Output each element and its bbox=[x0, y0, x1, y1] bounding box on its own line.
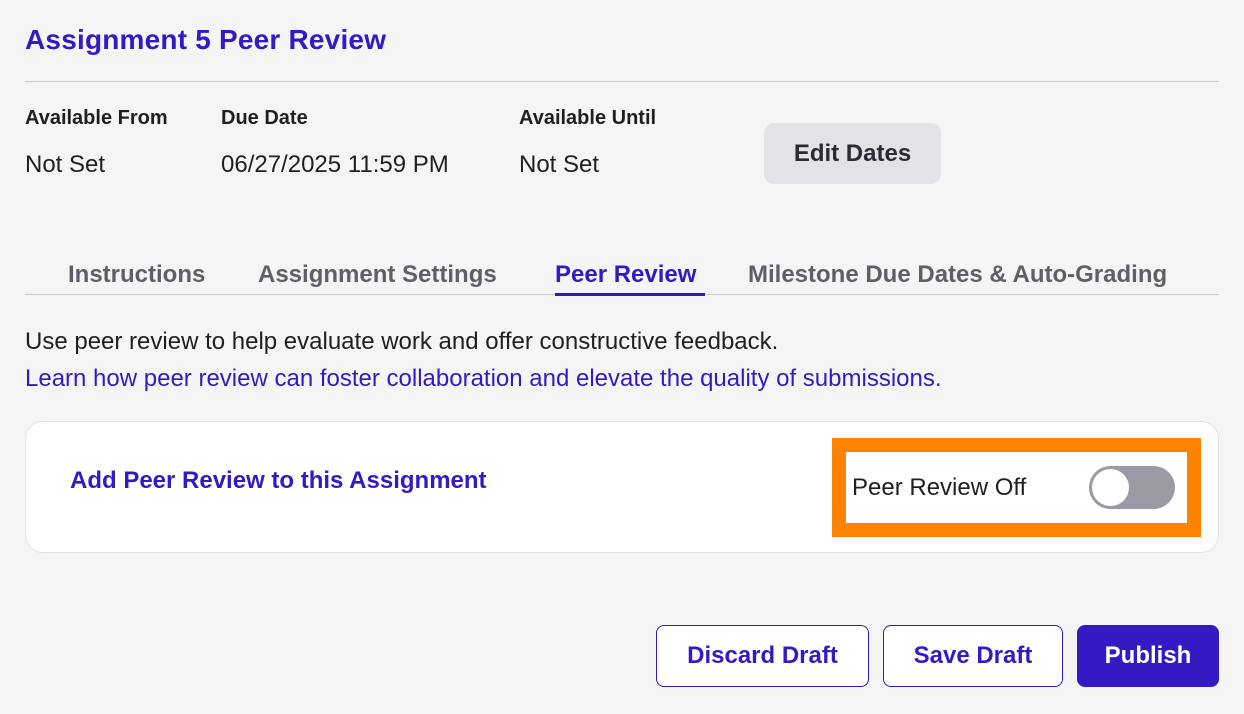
assignment-editor-page: Assignment 5 Peer Review Available From … bbox=[0, 0, 1244, 714]
edit-dates-button[interactable]: Edit Dates bbox=[764, 123, 941, 184]
due-date-group: Due Date 06/27/2025 11:59 PM bbox=[221, 106, 449, 180]
due-date-value: 06/27/2025 11:59 PM bbox=[221, 151, 449, 178]
tab-peer-review[interactable]: Peer Review bbox=[555, 260, 696, 290]
available-until-label: Available Until bbox=[519, 107, 657, 129]
toggle-knob bbox=[1092, 469, 1129, 506]
tab-bar: Instructions Assignment Settings Peer Re… bbox=[25, 258, 1219, 296]
peer-review-toggle-label: Peer Review Off bbox=[852, 474, 1027, 501]
save-draft-button[interactable]: Save Draft bbox=[883, 625, 1063, 687]
learn-more-link[interactable]: Learn how peer review can foster collabo… bbox=[25, 364, 942, 394]
due-date-label: Due Date bbox=[221, 107, 308, 129]
publish-button[interactable]: Publish bbox=[1077, 625, 1219, 687]
peer-review-toggle[interactable] bbox=[1089, 466, 1175, 509]
tab-milestone-due-dates[interactable]: Milestone Due Dates & Auto-Grading bbox=[748, 260, 1167, 290]
title-divider bbox=[25, 81, 1219, 82]
available-from-group: Available From Not Set bbox=[25, 106, 168, 180]
available-from-value: Not Set bbox=[25, 151, 106, 178]
tab-instructions[interactable]: Instructions bbox=[68, 260, 205, 290]
available-from-label: Available From bbox=[25, 107, 168, 129]
active-tab-indicator bbox=[555, 293, 705, 296]
page-title: Assignment 5 Peer Review bbox=[25, 24, 387, 55]
available-until-group: Available Until Not Set bbox=[519, 106, 656, 180]
available-until-value: Not Set bbox=[519, 151, 600, 178]
peer-review-description: Use peer review to help evaluate work an… bbox=[25, 328, 779, 355]
discard-draft-button[interactable]: Discard Draft bbox=[656, 625, 869, 687]
tab-assignment-settings[interactable]: Assignment Settings bbox=[258, 260, 497, 290]
add-peer-review-heading: Add Peer Review to this Assignment bbox=[70, 467, 487, 494]
dates-section: Available From Not Set Due Date 06/27/20… bbox=[0, 106, 1244, 196]
